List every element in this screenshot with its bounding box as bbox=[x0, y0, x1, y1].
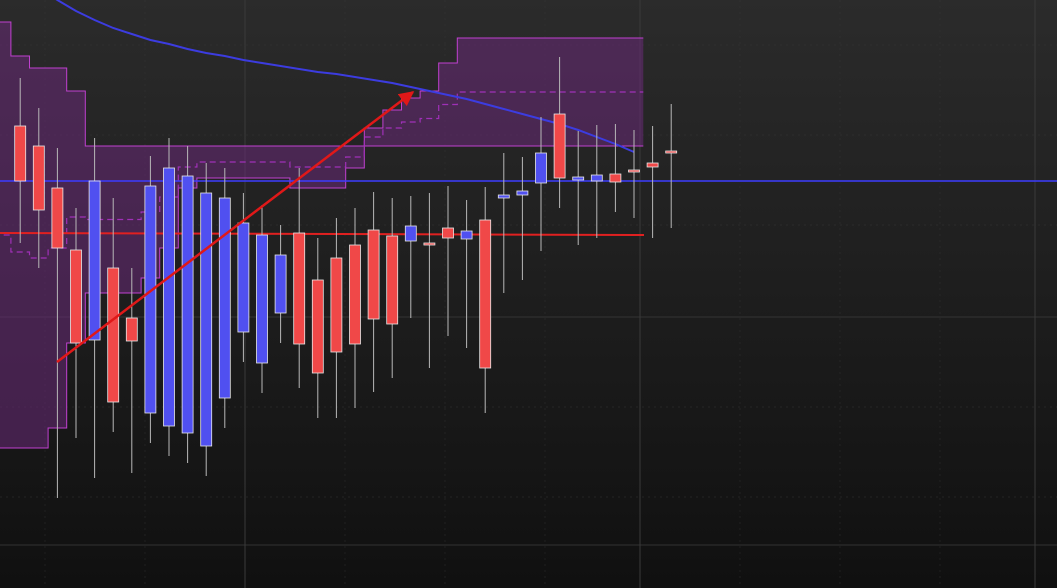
candle-body bbox=[200, 192, 213, 447]
candle-body bbox=[367, 229, 380, 320]
candle bbox=[181, 146, 194, 463]
candle-body bbox=[349, 244, 361, 345]
chart-container bbox=[0, 0, 1057, 588]
candle-body bbox=[144, 185, 157, 414]
candle-body bbox=[590, 174, 603, 182]
candle-body bbox=[70, 249, 82, 344]
candle bbox=[163, 138, 175, 456]
candle-body bbox=[404, 225, 417, 242]
candle bbox=[144, 156, 157, 443]
candle-body bbox=[572, 176, 585, 181]
candle-body bbox=[460, 230, 473, 240]
candle-body bbox=[311, 279, 324, 374]
candle-body bbox=[330, 257, 343, 353]
candle-body bbox=[107, 267, 120, 403]
candlestick-chart bbox=[0, 0, 1057, 588]
candle-body bbox=[125, 317, 138, 342]
candle-body bbox=[553, 113, 566, 179]
candle-body bbox=[423, 242, 436, 246]
candle-body bbox=[628, 169, 640, 173]
candle-body bbox=[14, 125, 27, 182]
candle-body bbox=[237, 222, 250, 333]
candle-body bbox=[181, 175, 194, 434]
candle-body bbox=[442, 227, 454, 239]
candle bbox=[200, 163, 213, 476]
candle-body bbox=[88, 180, 101, 341]
candle-body bbox=[163, 167, 175, 427]
candle-body bbox=[497, 194, 510, 199]
candle-body bbox=[51, 187, 64, 249]
candle bbox=[218, 168, 231, 428]
candle-body bbox=[646, 162, 659, 168]
candle-body bbox=[32, 145, 45, 211]
candle-body bbox=[256, 234, 268, 364]
candle-body bbox=[516, 190, 529, 196]
candle-body bbox=[293, 232, 306, 345]
candle-body bbox=[386, 235, 399, 325]
candle-body bbox=[218, 197, 231, 399]
candle-body bbox=[479, 219, 492, 369]
candle-body bbox=[665, 150, 678, 154]
candle-body bbox=[609, 173, 622, 183]
candle-body bbox=[535, 152, 547, 184]
candle-body bbox=[274, 254, 287, 314]
